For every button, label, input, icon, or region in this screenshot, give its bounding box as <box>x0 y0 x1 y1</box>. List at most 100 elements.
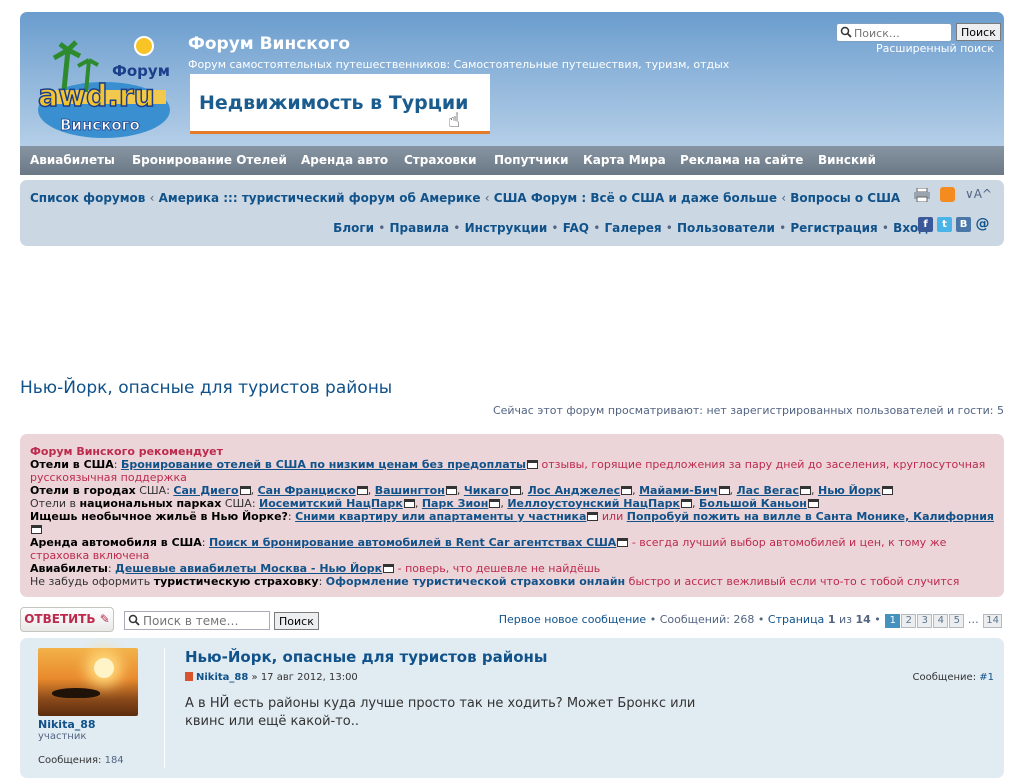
breadcrumb-usa[interactable]: США Форум : Всё о США и даже больше <box>494 191 777 205</box>
car-rental-link[interactable]: Поиск и бронирование автомобилей в Rent … <box>209 536 616 549</box>
breadcrumb-america[interactable]: Америка ::: туристический форум об Амери… <box>159 191 481 205</box>
nav-item-insurance[interactable]: Страховки <box>404 153 477 167</box>
hotels-usa-link[interactable]: Бронирование отелей в США по низким цена… <box>121 458 526 471</box>
breadcrumb-questions[interactable]: Вопросы о США <box>790 191 900 205</box>
pencil-icon: ✎ <box>99 612 110 626</box>
site-logo[interactable]: Форум awd.ru Винского <box>34 30 174 140</box>
facebook-icon[interactable]: f <box>918 217 933 232</box>
insurance-link[interactable]: Оформление туристической страховки онлай… <box>326 575 625 588</box>
author-rank: участник <box>38 731 87 742</box>
page-title[interactable]: Нью-Йорк, опасные для туристов районы <box>20 378 392 398</box>
topic-search-button[interactable]: Поиск <box>274 612 319 630</box>
link-faq[interactable]: FAQ <box>563 221 589 235</box>
twitter-icon[interactable]: t <box>937 217 952 232</box>
nav-item-advertising[interactable]: Реклама на сайте <box>680 153 803 167</box>
city-link[interactable]: Майами-Бич <box>639 484 717 497</box>
author-post-count: Сообщения: 184 <box>38 755 124 766</box>
city-link[interactable]: Лос Анджелес <box>528 484 621 497</box>
external-link-icon <box>718 486 730 495</box>
villa-link[interactable]: Попробуй пожить на вилле в Санта Монике,… <box>627 510 994 523</box>
topic-search-input[interactable] <box>143 614 265 628</box>
page-button[interactable]: 1 <box>885 614 901 628</box>
font-size-icon[interactable]: ∨A^ <box>965 187 992 201</box>
nav-item-world-map[interactable]: Карта Мира <box>583 153 666 167</box>
external-link-icon <box>509 486 521 495</box>
external-link-icon <box>799 486 811 495</box>
link-rules[interactable]: Правила <box>389 221 449 235</box>
post-author-link[interactable]: Nikita_88 <box>196 672 248 683</box>
topic-search-box[interactable] <box>124 611 270 630</box>
external-link-icon <box>239 486 251 495</box>
breadcrumb-panel: Список форумов ‹ Америка ::: туристическ… <box>20 180 1004 246</box>
nav-item-vinsky[interactable]: Винский <box>818 153 876 167</box>
flights-link[interactable]: Дешевые авиабилеты Москва - Нью Йорк <box>115 562 382 575</box>
recommend-air: Авиабилеты: Дешевые авиабилеты Москва - … <box>30 562 601 575</box>
page-button[interactable]: 4 <box>933 614 949 628</box>
breadcrumb-separator: ‹ <box>484 191 490 205</box>
city-link[interactable]: Нью Йорк <box>818 484 881 497</box>
page-button[interactable]: 3 <box>917 614 933 628</box>
link-instructions[interactable]: Инструкции <box>465 221 548 235</box>
vk-icon[interactable]: B <box>956 217 971 232</box>
park-link[interactable]: Парк Зион <box>422 497 488 510</box>
park-link[interactable]: Иеллоустоунский НацПарк <box>507 497 680 510</box>
first-new-link[interactable]: Первое новое сообщение <box>499 613 646 626</box>
search-input[interactable] <box>854 26 948 40</box>
message-count: Сообщений: 268 <box>659 613 755 626</box>
nav-item-flights[interactable]: Авиабилеты <box>30 153 115 167</box>
link-register[interactable]: Регистрация <box>790 221 877 235</box>
search-button[interactable]: Поиск <box>956 23 1001 41</box>
recommend-hotels-usa: Отели в США: Бронирование отелей в США п… <box>30 458 986 484</box>
breadcrumb-separator: ‹ <box>149 191 155 205</box>
nav-item-car-rental[interactable]: Аренда авто <box>301 153 388 167</box>
author-name[interactable]: Nikita_88 <box>38 718 96 731</box>
nav-item-companions[interactable]: Попутчики <box>494 153 569 167</box>
rss-icon[interactable] <box>940 187 955 202</box>
quick-links: Блоги • Правила • Инструкции • FAQ • Гал… <box>333 221 928 235</box>
recommend-title: Форум Винского рекомендует <box>30 445 223 458</box>
recommend-car: Аренда автомобиля в США: Поиск и брониро… <box>30 536 947 562</box>
ad-banner[interactable]: Недвижимость в Турции ☝ <box>190 74 490 134</box>
post-title[interactable]: Нью-Йорк, опасные для туристов районы <box>185 648 547 666</box>
city-link[interactable]: Сан Диего <box>173 484 238 497</box>
recommend-parks: Отели в национальных парках США: Иосемит… <box>30 497 994 510</box>
link-blogs[interactable]: Блоги <box>333 221 374 235</box>
last-page-button[interactable]: 14 <box>983 614 1002 628</box>
external-link-icon <box>445 486 457 495</box>
link-users[interactable]: Пользователи <box>677 221 775 235</box>
city-link[interactable]: Сан Франциско <box>258 484 356 497</box>
link-gallery[interactable]: Галерея <box>604 221 661 235</box>
viewing-info: Сейчас этот форум просматривают: нет зар… <box>492 404 1004 417</box>
post-icon <box>185 672 193 681</box>
page-label[interactable]: Страница <box>768 613 824 626</box>
advanced-search-link[interactable]: Расширенный поиск <box>876 42 994 55</box>
city-link[interactable]: Вашингтон <box>375 484 445 497</box>
print-icon[interactable] <box>914 188 930 202</box>
search-box[interactable] <box>836 23 952 42</box>
external-link-icon <box>31 525 42 534</box>
breadcrumb-forums[interactable]: Список форумов <box>30 191 145 205</box>
external-link-icon <box>617 538 629 547</box>
hand-cursor-icon: ☝ <box>448 108 461 132</box>
site-title[interactable]: Форум Винского <box>188 34 350 54</box>
page-button[interactable]: 2 <box>901 614 917 628</box>
park-link[interactable]: Большой Каньон <box>699 497 807 510</box>
main-nav: Авиабилеты Бронирование Отелей Аренда ав… <box>20 146 1004 175</box>
housing-link[interactable]: Сними квартиру или апартаменты у частник… <box>295 510 586 523</box>
svg-text:Винского: Винского <box>60 116 140 134</box>
park-link[interactable]: Иосемитский НацПарк <box>259 497 403 510</box>
external-link-icon <box>489 499 501 508</box>
recommend-housing: Ищешь необычное жильё в Нью Йорке?: Сним… <box>30 510 994 536</box>
nav-item-hotels[interactable]: Бронирование Отелей <box>132 153 287 167</box>
breadcrumb-separator: ‹ <box>781 191 786 205</box>
city-link[interactable]: Чикаго <box>464 484 509 497</box>
email-icon[interactable]: @ <box>975 217 990 232</box>
page-button[interactable]: 5 <box>949 614 965 628</box>
external-link-icon <box>383 564 395 573</box>
post-number-link[interactable]: #1 <box>979 672 994 683</box>
city-link[interactable]: Лас Вегас <box>737 484 799 497</box>
avatar[interactable] <box>38 648 138 716</box>
reply-button[interactable]: ОТВЕТИТЬ ✎ <box>20 607 114 632</box>
external-link-icon <box>807 499 819 508</box>
external-link-icon <box>621 486 633 495</box>
